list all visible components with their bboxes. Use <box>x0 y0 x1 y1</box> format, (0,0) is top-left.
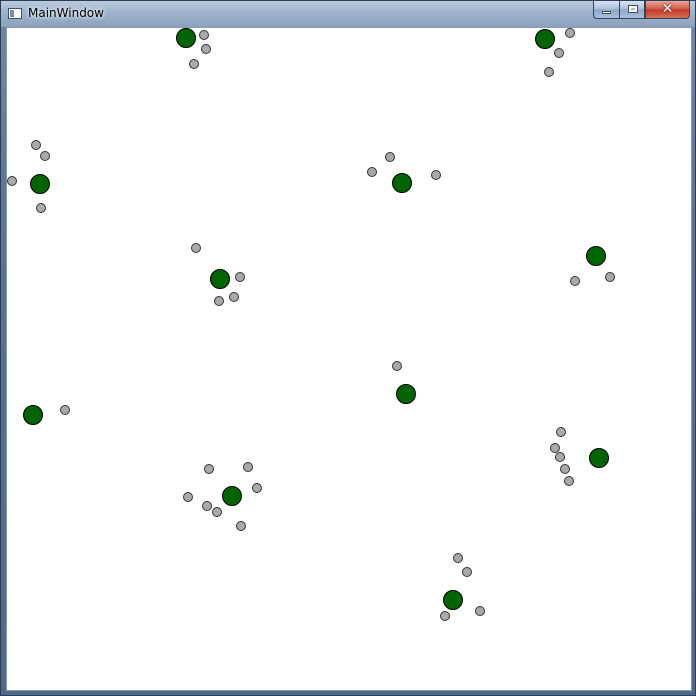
satellite-node <box>212 507 222 517</box>
satellite-node <box>40 151 50 161</box>
satellite-node <box>453 553 463 563</box>
green-node <box>176 28 196 48</box>
satellite-node <box>199 30 209 40</box>
green-node <box>392 173 412 193</box>
satellite-node <box>189 59 199 69</box>
satellite-node <box>431 170 441 180</box>
satellite-node <box>235 272 245 282</box>
satellite-node <box>544 67 554 77</box>
green-node <box>586 246 606 266</box>
satellite-node <box>440 611 450 621</box>
green-node <box>589 448 609 468</box>
satellite-node <box>555 452 565 462</box>
satellite-node <box>204 464 214 474</box>
satellite-node <box>367 167 377 177</box>
satellite-node <box>564 476 574 486</box>
green-node <box>222 486 242 506</box>
satellite-node <box>570 276 580 286</box>
satellite-node <box>7 176 17 186</box>
satellite-node <box>236 521 246 531</box>
satellite-node <box>183 492 193 502</box>
satellite-node <box>385 152 395 162</box>
satellite-node <box>605 272 615 282</box>
satellite-node <box>556 427 566 437</box>
green-node <box>535 29 555 49</box>
satellite-node <box>229 292 239 302</box>
satellite-node <box>191 243 201 253</box>
green-node <box>30 174 50 194</box>
satellite-node <box>252 483 262 493</box>
satellite-node <box>214 296 224 306</box>
green-node <box>396 384 416 404</box>
green-node <box>210 269 230 289</box>
satellite-node <box>202 501 212 511</box>
green-node <box>23 405 43 425</box>
satellite-node <box>60 405 70 415</box>
satellite-node <box>462 567 472 577</box>
drawing-canvas[interactable] <box>0 0 696 696</box>
satellite-node <box>243 462 253 472</box>
green-node <box>443 590 463 610</box>
satellite-node <box>31 140 41 150</box>
satellite-node <box>554 48 564 58</box>
satellite-node <box>201 44 211 54</box>
satellite-node <box>565 28 575 38</box>
satellite-node <box>560 464 570 474</box>
satellite-node <box>475 606 485 616</box>
satellite-node <box>36 203 46 213</box>
satellite-node <box>392 361 402 371</box>
satellite-node <box>550 443 560 453</box>
